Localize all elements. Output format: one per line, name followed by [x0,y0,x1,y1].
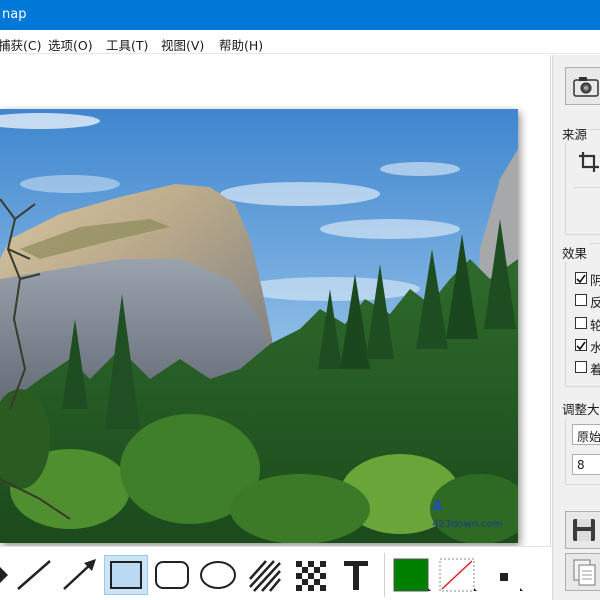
camera-icon [573,77,599,97]
capture-button[interactable] [565,67,600,105]
window-title: nap [2,7,27,22]
toolbar-separator [384,553,385,597]
text-icon[interactable] [334,555,378,595]
hatch-fill-icon[interactable] [242,555,286,595]
copy-button[interactable] [565,553,600,591]
rounded-rectangle-icon[interactable] [150,555,194,595]
source-divider [573,187,600,188]
menu-view[interactable]: 视图(V) [161,35,204,54]
watermark-brand: 4 [432,497,442,515]
source-group [565,129,600,235]
resize-group-label: 调整大 [560,399,600,418]
canvas-area[interactable]: 4 423down.com [0,55,551,546]
menu-options[interactable]: 选项(O) [48,35,93,54]
effect-shadow-checkbox[interactable] [575,272,587,284]
effect-colorize-label: 着 [590,362,600,377]
arrow-icon[interactable] [58,555,102,595]
no-fill-swatch[interactable] [436,555,480,595]
watermark-url: 423down.com [432,519,503,530]
menu-bar: 捕获(C) 选项(O) 工具(T) 视图(V) 帮助(H) [0,30,600,54]
resize-mode-select[interactable]: 原始 [572,424,600,445]
rectangle-icon[interactable] [104,555,148,595]
ellipse-icon[interactable] [196,555,240,595]
menu-help[interactable]: 帮助(H) [219,35,263,54]
effect-colorize-checkbox[interactable] [575,361,587,373]
menu-capture[interactable]: 捕获(C) [0,35,41,54]
effect-shadow-label: 阴 [590,273,600,288]
crop-icon[interactable] [578,151,600,176]
menu-tools[interactable]: 工具(T) [106,35,148,54]
effect-watermark-checkbox[interactable] [575,339,587,351]
effect-watermark-label: 水 [590,340,600,355]
drawing-toolbar [0,546,551,600]
effect-outline-checkbox[interactable] [575,317,587,329]
fill-color-swatch[interactable] [390,555,434,595]
effects-group-label: 效果 [560,243,590,262]
pixelate-icon[interactable] [288,555,332,595]
line-width-icon[interactable] [482,555,526,595]
resize-value-input[interactable]: 8 [572,454,600,475]
captured-image[interactable]: 4 423down.com [0,109,518,543]
title-bar: nap [0,0,600,30]
save-icon [573,519,595,541]
effect-invert-checkbox[interactable] [575,294,587,306]
effect-invert-label: 反 [590,295,600,310]
source-group-label: 来源 [560,124,590,143]
line-icon[interactable] [12,555,56,595]
copy-icon [573,559,596,586]
effect-outline-label: 轮 [590,318,600,333]
save-button[interactable] [565,511,600,549]
landscape-photo: 4 423down.com [0,109,518,543]
